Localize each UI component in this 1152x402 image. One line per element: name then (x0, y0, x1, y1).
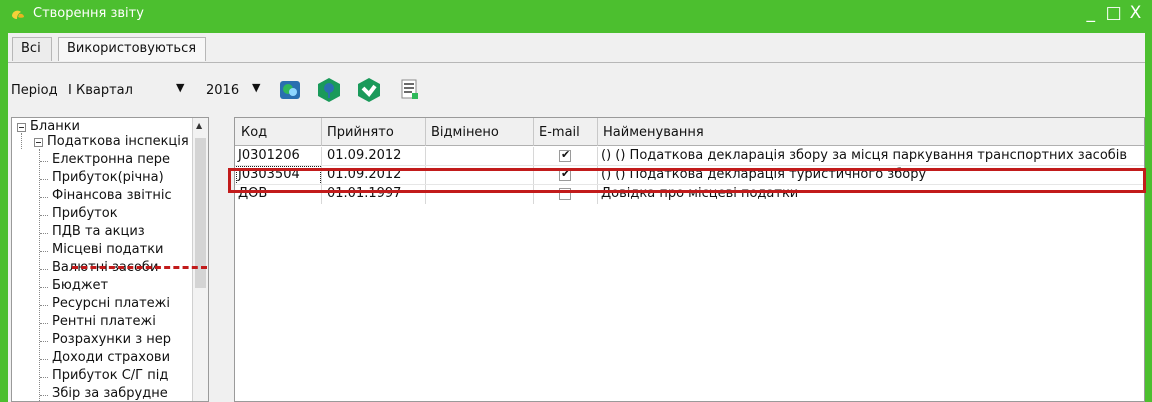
tree-item[interactable]: Бюджет (52, 278, 108, 293)
year-select[interactable]: 2016 ▼ (203, 79, 273, 101)
tree-root[interactable]: Бланки (30, 119, 80, 134)
window-title: Створення звіту (33, 6, 144, 21)
forms-tree[interactable]: Бланки Податкова інспекція Електронна пе… (11, 117, 209, 402)
tree-item[interactable]: Рентні платежі (52, 314, 156, 329)
highlight-underline (72, 266, 207, 269)
tree-connector (40, 305, 48, 306)
table-row[interactable]: J0301206 01.09.2012 () () Податкова декл… (235, 147, 1144, 166)
tree-item[interactable]: Прибуток С/Г під (52, 368, 168, 383)
tab-all[interactable]: Всі (12, 37, 52, 61)
tree-item[interactable]: Фінансова звітніс (52, 188, 172, 203)
tree-connector (40, 287, 48, 288)
tree-connector (40, 197, 48, 198)
cell-divider (321, 147, 322, 166)
client-area: Всі Використовуються Період I Квартал ▼ … (8, 33, 1145, 402)
highlight-box (228, 168, 1146, 193)
forms-grid: Код Прийнято Відмінено E-mail Найменуван… (234, 117, 1145, 402)
email-checkbox[interactable] (559, 148, 571, 162)
tree-item[interactable]: Ресурсні платежі (52, 296, 170, 311)
tree-connector (40, 359, 48, 360)
column-divider[interactable] (425, 118, 426, 146)
close-button[interactable]: X (1128, 3, 1144, 23)
tree-connector (40, 161, 48, 162)
period-select-value: I Квартал (68, 83, 133, 98)
tab-all-label: Всі (21, 41, 41, 56)
tree-connector (40, 215, 48, 216)
tabs-divider (8, 62, 1145, 63)
column-header-cancelled[interactable]: Відмінено (431, 125, 499, 140)
collapse-icon[interactable] (17, 123, 26, 132)
tree-scrollbar[interactable]: ▲ (192, 118, 208, 401)
year-select-value: 2016 (206, 83, 240, 98)
tree-connector (40, 251, 48, 252)
tree-connector (40, 323, 48, 324)
tree-connector (40, 269, 48, 270)
column-header-email[interactable]: E-mail (539, 125, 580, 140)
collapse-icon[interactable] (34, 138, 43, 147)
tree-connector (40, 395, 48, 396)
period-label: Період (11, 83, 58, 98)
minimize-button[interactable]: _ (1083, 3, 1099, 23)
title-bar[interactable]: Створення звіту _ □ X (0, 0, 1152, 29)
report-icon[interactable] (400, 79, 420, 101)
maximize-button[interactable]: □ (1106, 3, 1122, 23)
tree-connector (21, 133, 22, 149)
tree-connector (40, 233, 48, 234)
row-name: () () Податкова декларація збору за місц… (601, 148, 1128, 163)
tree-connector (39, 149, 40, 401)
cell-divider (533, 147, 534, 166)
tree-group[interactable]: Податкова інспекція (47, 134, 189, 149)
column-divider[interactable] (533, 118, 534, 146)
scroll-up-icon[interactable]: ▲ (196, 121, 202, 130)
tree-connector (40, 377, 48, 378)
column-divider[interactable] (597, 118, 598, 146)
tree-item[interactable]: Електронна пере (52, 152, 170, 167)
app-icon (12, 10, 24, 19)
tree-connector (40, 341, 48, 342)
window-controls: _ □ X (1083, 3, 1144, 23)
tree-item-selected[interactable]: Місцеві податки (52, 242, 164, 257)
tab-used-label: Використовуються (67, 41, 197, 56)
tree-item[interactable]: Прибуток(річна) (52, 170, 164, 185)
column-divider[interactable] (321, 118, 322, 146)
cell-divider (597, 147, 598, 166)
row-accepted: 01.09.2012 (327, 148, 402, 163)
column-header-accepted[interactable]: Прийнято (327, 125, 394, 140)
report-window: Створення звіту _ □ X Всі Використовують… (0, 0, 1152, 402)
tree-item[interactable]: Збір за забрудне (52, 386, 168, 401)
tab-used[interactable]: Використовуються (58, 37, 206, 61)
column-header-name[interactable]: Найменування (603, 125, 704, 140)
row-code: J0301206 (238, 148, 300, 163)
check-icon[interactable] (355, 76, 383, 104)
column-header-code[interactable]: Код (241, 125, 267, 140)
chevron-down-icon: ▼ (252, 81, 261, 94)
tree-item[interactable]: Доходи страхови (52, 350, 170, 365)
grid-header: Код Прийнято Відмінено E-mail Найменуван… (235, 118, 1144, 146)
tree-item[interactable]: Розрахунки з нер (52, 332, 171, 347)
pin-icon[interactable] (315, 76, 343, 104)
chevron-down-icon: ▼ (176, 81, 185, 94)
filter-icon[interactable] (278, 78, 302, 102)
tree-item[interactable]: ПДВ та акциз (52, 224, 145, 239)
tree-item[interactable]: Прибуток (52, 206, 118, 221)
period-select[interactable]: I Квартал ▼ (66, 79, 196, 101)
cell-divider (425, 147, 426, 166)
tree-connector (40, 179, 48, 180)
